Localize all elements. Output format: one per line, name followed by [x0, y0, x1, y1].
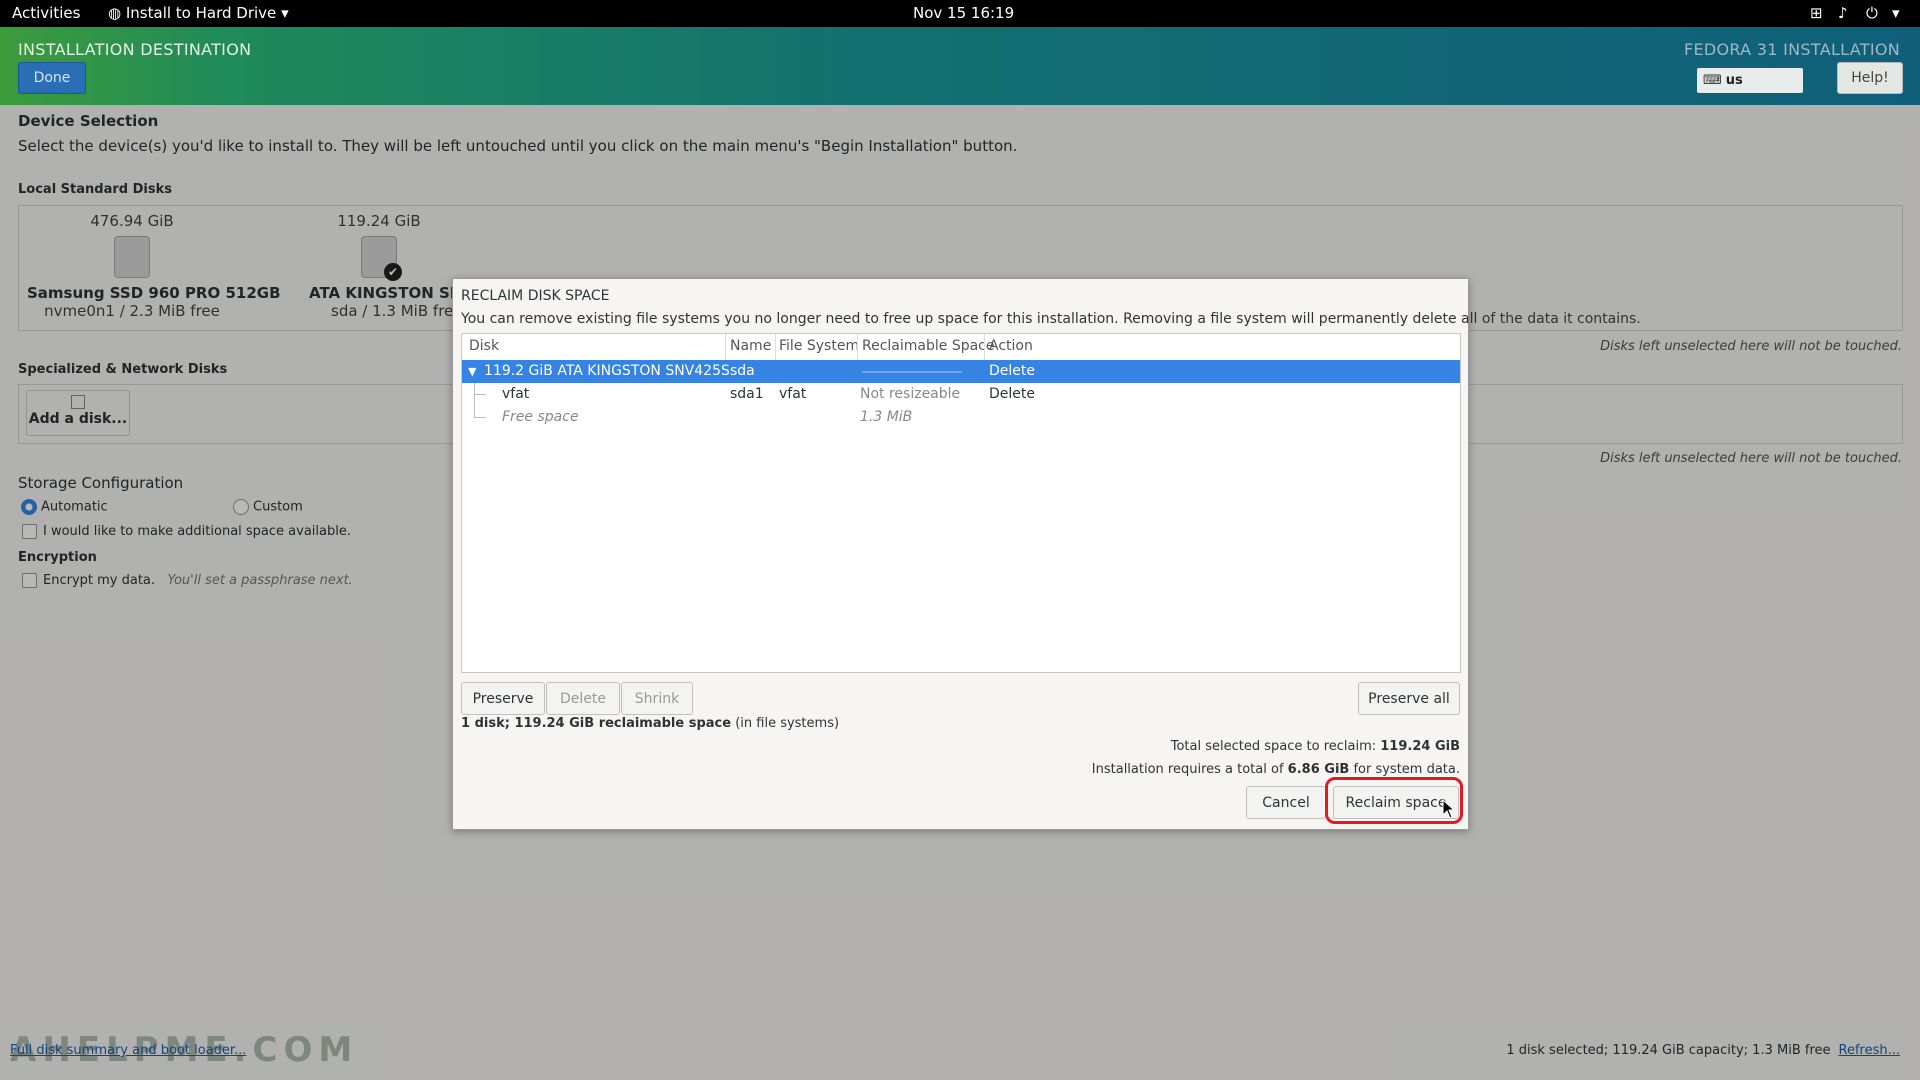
system-menu-chevron-icon[interactable]: ▾ — [1892, 4, 1900, 22]
install-requirement-text: Installation requires a total of 6.86 Gi… — [1092, 762, 1460, 777]
tree-line — [474, 406, 475, 417]
requirement-suffix: for system data. — [1349, 762, 1460, 777]
column-separator — [857, 334, 858, 360]
cell-disk: 119.2 GiB ATA KINGSTON SNV425S — [484, 363, 730, 379]
mouse-cursor-icon — [1442, 799, 1456, 819]
clock[interactable]: Nov 15 16:19 — [913, 4, 1014, 22]
expander-down-icon[interactable]: ▼ — [468, 365, 476, 378]
table-row-disk[interactable]: ▼ 119.2 GiB ATA KINGSTON SNV425S sda Del… — [462, 360, 1460, 383]
app-icon: ◍ — [108, 4, 122, 22]
reclaim-summary-bold: 1 disk; 119.24 GiB reclaimable space — [461, 716, 732, 731]
chevron-down-icon: ▾ — [281, 4, 289, 22]
dialog-title: RECLAIM DISK SPACE — [461, 288, 610, 304]
column-header-filesystem[interactable]: File System — [779, 338, 859, 354]
cancel-button[interactable]: Cancel — [1246, 786, 1326, 819]
top-bar: Activities ◍ Install to Hard Drive ▾ Nov… — [0, 0, 1920, 27]
cell-action: Delete — [989, 386, 1035, 402]
app-menu[interactable]: ◍ Install to Hard Drive ▾ — [108, 4, 289, 22]
tree-line — [474, 417, 486, 418]
cell-disk: Free space — [502, 409, 579, 425]
column-separator — [725, 334, 726, 360]
page-title: INSTALLATION DESTINATION — [18, 40, 252, 59]
cell-name: sda — [730, 363, 755, 379]
keyboard-icon: ⌨ — [1703, 73, 1722, 88]
preserve-all-button[interactable]: Preserve all — [1358, 682, 1460, 715]
cell-disk: vfat — [502, 386, 530, 402]
keyboard-layout-label: us — [1725, 73, 1743, 88]
done-button[interactable]: Done — [18, 62, 86, 94]
column-header-disk[interactable]: Disk — [469, 338, 499, 354]
column-separator — [984, 334, 985, 360]
volume-icon[interactable]: ♪ — [1838, 4, 1848, 22]
reclaim-summary-rest: (in file systems) — [731, 716, 840, 731]
help-button[interactable]: Help! — [1837, 62, 1903, 94]
activities-button[interactable]: Activities — [12, 4, 80, 22]
column-header-reclaimable[interactable]: Reclaimable Space — [862, 338, 995, 354]
total-reclaim-text: Total selected space to reclaim: 119.24 … — [1171, 739, 1460, 754]
total-reclaim-label: Total selected space to reclaim: — [1170, 739, 1381, 754]
reclaim-tree-view[interactable]: Disk Name File System Reclaimable Space … — [461, 333, 1461, 673]
column-separator — [775, 334, 776, 360]
cell-reclaimable: 1.3 MiB — [860, 409, 913, 425]
column-header-name[interactable]: Name — [730, 338, 771, 354]
requirement-prefix: Installation requires a total of — [1091, 762, 1288, 777]
shrink-button[interactable]: Shrink — [621, 682, 693, 715]
product-title: FEDORA 31 INSTALLATION — [1683, 40, 1900, 59]
reclaim-summary: 1 disk; 119.24 GiB reclaimable space (in… — [461, 716, 839, 731]
cell-filesystem: vfat — [779, 386, 807, 402]
installer-header: INSTALLATION DESTINATION Done FEDORA 31 … — [0, 27, 1920, 105]
dialog-description: You can remove existing file systems you… — [461, 311, 1641, 327]
requirement-value: 6.86 GiB — [1287, 762, 1350, 777]
app-menu-label: Install to Hard Drive — [125, 4, 277, 22]
delete-button[interactable]: Delete — [546, 682, 620, 715]
cell-name: sda1 — [730, 386, 764, 402]
column-header-action[interactable]: Action — [989, 338, 1033, 354]
reclaim-disk-space-dialog: RECLAIM DISK SPACE You can remove existi… — [452, 278, 1641, 830]
cell-reclaimable-placeholder — [862, 371, 962, 373]
cell-reclaimable: Not resizeable — [860, 386, 961, 402]
tree-line — [474, 394, 486, 395]
preserve-button[interactable]: Preserve — [461, 682, 545, 715]
power-icon[interactable]: ⏻ — [1866, 4, 1878, 22]
keyboard-layout-indicator[interactable]: ⌨ us — [1697, 68, 1803, 93]
total-reclaim-value: 119.24 GiB — [1380, 739, 1460, 754]
network-icon[interactable]: ⊞ — [1810, 4, 1823, 22]
table-row-free-space[interactable]: Free space 1.3 MiB — [462, 406, 1460, 429]
cell-action: Delete — [989, 363, 1035, 379]
table-row-partition[interactable]: vfat sda1 vfat Not resizeable Delete — [462, 383, 1460, 406]
